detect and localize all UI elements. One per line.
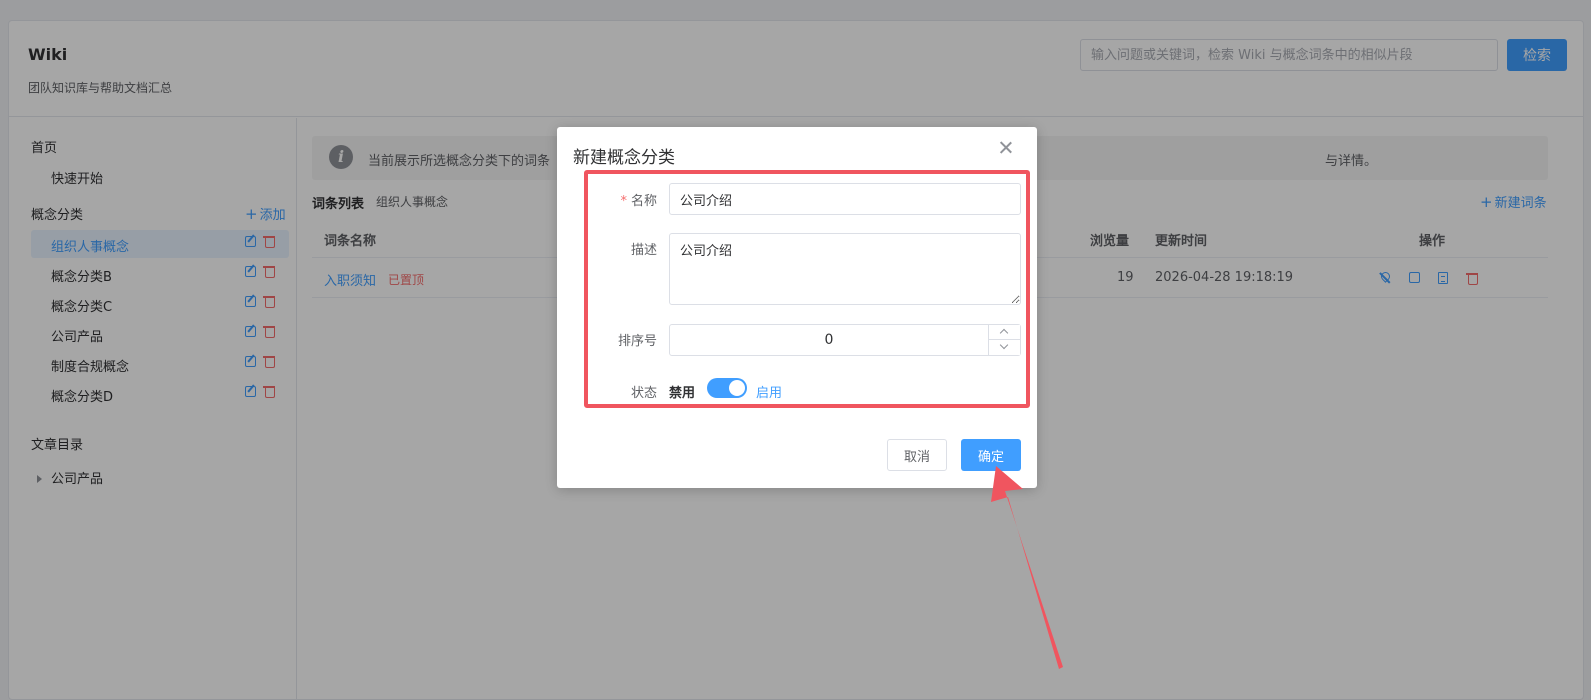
status-on-label[interactable]: 启用 (756, 382, 782, 401)
status-label: 状态 (630, 386, 657, 401)
description-label: 描述 (630, 243, 657, 258)
chevron-down-icon (999, 340, 1009, 350)
sort-label: 排序号 (617, 334, 657, 349)
confirm-button[interactable]: 确定 (961, 439, 1021, 471)
close-icon[interactable] (997, 139, 1015, 157)
name-label-text: 名称 (630, 194, 657, 209)
status-toggle[interactable] (707, 378, 747, 398)
required-marker: * (620, 194, 627, 209)
increase-button[interactable] (988, 325, 1020, 340)
new-category-dialog: 新建概念分类 *名称 描述 公司介绍 排序号 0 状态 禁用 启用 取消 确定 (557, 127, 1037, 488)
name-field[interactable] (669, 183, 1021, 215)
sort-value[interactable]: 0 (670, 332, 988, 348)
chevron-up-icon (999, 328, 1009, 338)
toggle-knob (729, 380, 745, 396)
cancel-button[interactable]: 取消 (887, 439, 947, 471)
decrease-button[interactable] (988, 340, 1020, 355)
dialog-title: 新建概念分类 (573, 148, 675, 168)
status-off-label[interactable]: 禁用 (669, 382, 695, 401)
description-field[interactable]: 公司介绍 (669, 233, 1021, 305)
sort-number-stepper[interactable]: 0 (669, 324, 1021, 356)
name-label: * 名称 (567, 190, 657, 209)
